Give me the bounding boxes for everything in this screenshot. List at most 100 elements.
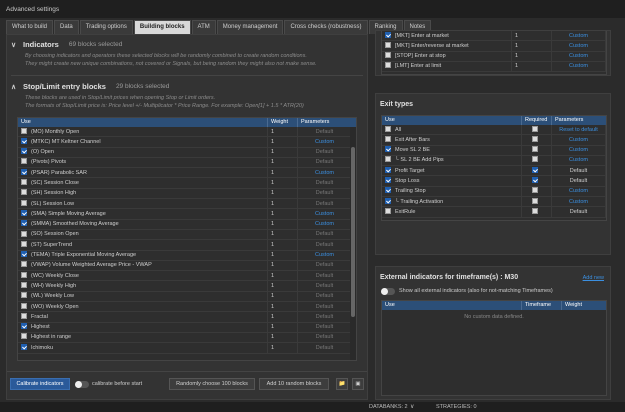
exit-name-text[interactable]: ExitRule: [395, 209, 415, 215]
block-name[interactable]: (PSAR) Parabolic SAR: [18, 167, 268, 178]
block-name-text[interactable]: Highest in range: [31, 334, 71, 340]
use-checkbox[interactable]: [21, 282, 27, 288]
required-checkbox[interactable]: [531, 166, 538, 173]
exit-params[interactable]: Custom: [552, 155, 606, 166]
block-params[interactable]: Custom: [298, 250, 352, 261]
exit-params[interactable]: Custom: [552, 186, 606, 197]
exit-name[interactable]: └ Trailing Activation: [382, 196, 522, 207]
block-weight-text[interactable]: 1: [271, 231, 274, 237]
block-weight-text[interactable]: 1: [271, 314, 274, 320]
order-weight[interactable]: 1: [512, 51, 552, 62]
order-weight-text[interactable]: 1: [515, 43, 518, 49]
block-params[interactable]: Custom: [298, 167, 352, 178]
order-name-text[interactable]: [LMT] Enter at limit: [395, 63, 441, 69]
table-row[interactable]: (MO) Monthly Open 1 Default: [18, 126, 356, 138]
table-scrollbar[interactable]: [350, 127, 356, 360]
block-weight-text[interactable]: 1: [271, 345, 274, 351]
use-checkbox[interactable]: [385, 125, 391, 132]
use-checkbox[interactable]: [21, 220, 27, 227]
exit-name[interactable]: All: [382, 124, 522, 135]
table-row[interactable]: Highest 1 Default: [18, 322, 356, 333]
block-weight[interactable]: 1: [268, 229, 298, 240]
tab-data[interactable]: Data: [54, 20, 79, 34]
calibrate-indicators-button[interactable]: Calibrate indicators: [10, 378, 70, 390]
use-checkbox[interactable]: [385, 52, 391, 59]
order-params-text[interactable]: Custom: [569, 53, 588, 59]
use-checkbox[interactable]: [21, 148, 27, 155]
order-name[interactable]: [MKT] Enter/reverse at market: [382, 40, 512, 52]
table-row[interactable]: [MKT] Enter at market 1 Custom: [382, 31, 606, 42]
use-checkbox[interactable]: [385, 207, 391, 214]
use-checkbox[interactable]: [385, 156, 391, 163]
table-row[interactable]: └ SL 2 BE Add Pips Custom: [382, 155, 606, 167]
required-checkbox[interactable]: [531, 187, 538, 194]
block-name-text[interactable]: (SMA) Simple Moving Average: [31, 211, 106, 217]
block-name-text[interactable]: (WC) Weekly Close: [31, 273, 79, 279]
order-name-text[interactable]: [MKT] Enter at market: [395, 33, 449, 39]
table-row[interactable]: (VWAP) Volume Weighted Average Price - V…: [18, 260, 356, 272]
table-row[interactable]: Profit Target Default: [382, 165, 606, 177]
table-row[interactable]: (SL) Session Low 1 Default: [18, 198, 356, 210]
block-name-text[interactable]: (WL) Weekly Low: [31, 293, 74, 299]
block-name[interactable]: Fractal: [18, 311, 268, 323]
scrollbar-thumb[interactable]: [351, 147, 355, 317]
block-name-text[interactable]: (WH) Weekly High: [31, 283, 76, 289]
block-weight[interactable]: 1: [268, 239, 298, 251]
use-checkbox[interactable]: [21, 137, 27, 144]
order-params[interactable]: Custom: [552, 61, 606, 72]
block-name-text[interactable]: Highest: [31, 324, 50, 330]
block-name[interactable]: (MO) Monthly Open: [18, 126, 268, 137]
exit-name[interactable]: Stop Loss: [382, 175, 522, 187]
table-row[interactable]: (ST) SuperTrend 1 Default: [18, 239, 356, 251]
use-checkbox[interactable]: [385, 166, 391, 173]
exit-params-text[interactable]: Reset to default: [559, 127, 598, 133]
use-checkbox[interactable]: [385, 135, 391, 142]
block-weight-text[interactable]: 1: [271, 242, 274, 248]
block-weight[interactable]: 1: [268, 270, 298, 281]
calibrate-toggle[interactable]: [75, 381, 89, 388]
use-checkbox[interactable]: [21, 179, 27, 186]
order-params[interactable]: Custom: [552, 51, 606, 62]
block-weight-text[interactable]: 1: [271, 180, 274, 186]
exit-name[interactable]: Trailing Stop: [382, 186, 522, 197]
table-row[interactable]: Move SL 2 BE Custom: [382, 145, 606, 156]
order-params[interactable]: Custom: [552, 31, 606, 41]
exit-params-text[interactable]: Custom: [569, 157, 588, 163]
block-name-text[interactable]: (PSAR) Parabolic SAR: [31, 170, 87, 176]
table-row[interactable]: (TEMA) Triple Exponential Moving Average…: [18, 250, 356, 261]
chevron-down-icon[interactable]: ∨: [11, 41, 19, 49]
table-row[interactable]: [LMT] Enter at limit 1 Custom: [382, 61, 606, 73]
block-params[interactable]: Custom: [298, 208, 352, 220]
tab-money-management[interactable]: Money management: [216, 20, 284, 34]
required-checkbox[interactable]: [531, 125, 538, 132]
block-name-text[interactable]: (SMMA) Smoothed Moving Average: [31, 221, 119, 227]
exit-name-text[interactable]: └ SL 2 BE Add Pips: [395, 157, 444, 163]
block-weight-text[interactable]: 1: [271, 273, 274, 279]
table-row[interactable]: (O) Open 1 Default: [18, 147, 356, 158]
block-name-text[interactable]: Fractal: [31, 314, 48, 320]
table-row[interactable]: [STOP] Enter at stop 1 Custom: [382, 51, 606, 62]
table-row[interactable]: (SMMA) Smoothed Moving Average 1 Custom: [18, 219, 356, 230]
block-name-text[interactable]: (VWAP) Volume Weighted Average Price - V…: [31, 262, 152, 268]
use-checkbox[interactable]: [21, 323, 27, 330]
block-weight[interactable]: 1: [268, 332, 298, 343]
use-checkbox[interactable]: [385, 197, 391, 204]
block-name[interactable]: (Pivots) Pivots: [18, 157, 268, 168]
table-row[interactable]: (SH) Session High 1 Default: [18, 188, 356, 200]
block-name[interactable]: Highest: [18, 322, 268, 333]
exit-required[interactable]: [522, 196, 552, 207]
block-weight[interactable]: 1: [268, 147, 298, 158]
exit-name-text[interactable]: All: [395, 127, 401, 133]
table-row[interactable]: Fractal 1 Default: [18, 311, 356, 323]
block-name-text[interactable]: (MO) Monthly Open: [31, 129, 79, 135]
exit-required[interactable]: [522, 145, 552, 156]
table-row[interactable]: (WH) Weekly High 1 Default: [18, 280, 356, 292]
chevron-up-icon[interactable]: ∧: [11, 83, 19, 91]
use-checkbox[interactable]: [21, 230, 27, 237]
block-name-text[interactable]: (WO) Weekly Open: [31, 304, 79, 310]
block-name[interactable]: (SL) Session Low: [18, 198, 268, 209]
table-row[interactable]: [MKT] Enter/reverse at market 1 Custom: [382, 40, 606, 52]
block-weight[interactable]: 1: [268, 126, 298, 137]
order-name[interactable]: [LMT] Enter at limit: [382, 61, 512, 72]
exit-params-text[interactable]: Custom: [569, 188, 588, 194]
